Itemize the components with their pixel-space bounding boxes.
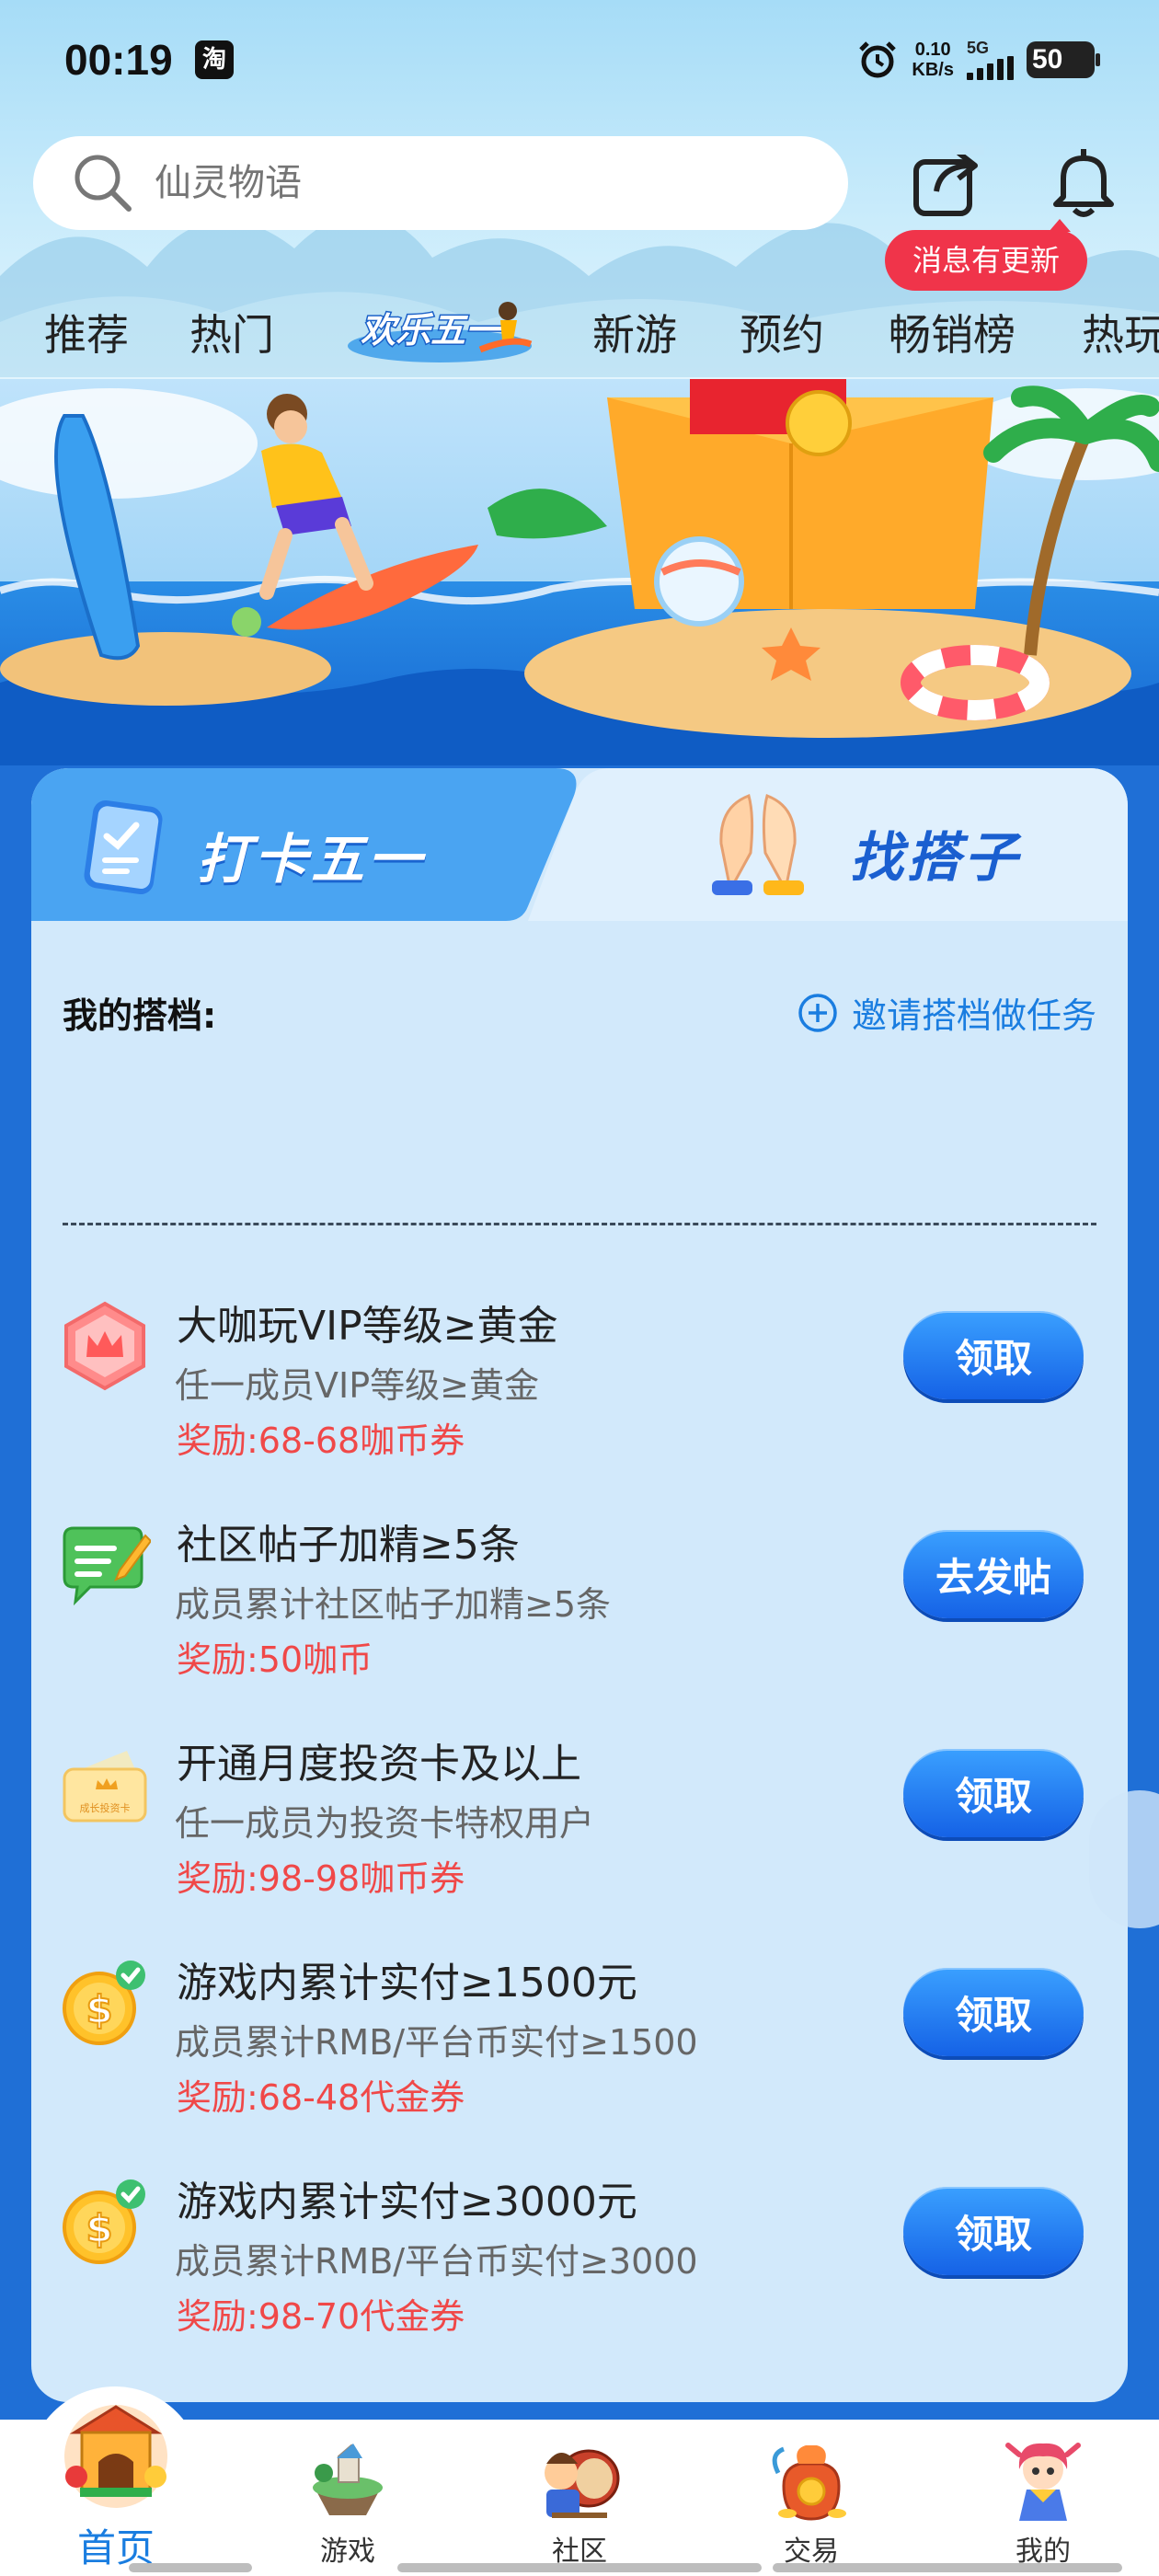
event-task-card: 打卡五一 找搭子 我的搭档: 邀请搭档做任务 大咖玩VIP等级≥黄金 任一成员V… [31,768,1128,2402]
task-title: 游戏内累计实付≥1500元 [177,1960,637,2007]
investment-card-text: 成长投资卡 [80,1801,131,1814]
network-speed: 0.10 KB/s [912,40,954,80]
top-header: 00:19 淘 0.10 KB/s 5G 50 仙灵物语 消息有更新 推荐 热门… [0,0,1159,379]
status-time: 00:19 [64,36,173,84]
tab-festival-logo[interactable]: 欢乐五一 [342,291,537,370]
task-title: 游戏内累计实付≥3000元 [177,2179,637,2225]
bottom-navigation: 首页 游戏 社区 交易 我的 [0,2386,1159,2576]
taobao-notification-icon: 淘 [195,40,234,79]
home-gate-icon [64,2405,167,2508]
task-title: 社区帖子加精≥5条 [177,1522,520,1569]
battery-icon: 50 [1027,41,1100,78]
profile-character-icon [1005,2443,1081,2521]
task-description: 成员累计RMB/平台币实付≥3000 [175,2241,698,2282]
task-description: 成员累计RMB/平台币实付≥1500 [175,2022,698,2063]
task-reward: 奖励:98-70代金券 [177,2296,465,2337]
message-update-badge[interactable]: 消息有更新 [885,219,1087,291]
task-reward: 奖励:98-98咖币券 [177,1858,465,1899]
coin-check-icon: $ [63,2179,145,2264]
share-icon[interactable] [911,145,984,219]
task-description: 任一成员为投资卡特权用户 [175,1803,595,1844]
invite-partner-button[interactable]: 邀请搭档做任务 [797,987,1096,1038]
tab-find-partner[interactable]: 找搭子 [850,814,1021,891]
post-edit-icon [63,1526,151,1606]
tab-reservation[interactable]: 预约 [740,302,824,362]
search-icon [75,155,132,212]
tab-checkin-mayday[interactable]: 打卡五一 [197,816,425,893]
floating-service-button[interactable] [1089,1790,1159,1928]
status-indicators: 0.10 KB/s 5G 50 [856,37,1100,83]
task-title: 大咖玩VIP等级≥黄金 [177,1303,558,1350]
nav-games[interactable]: 游戏 [256,2420,440,2576]
nav-home[interactable]: 首页 [24,2405,208,2576]
top-category-tabs: 推荐 热门 欢乐五一 新游 预约 畅销榜 热玩 [0,291,1159,379]
checkin-clipboard-icon [84,799,163,895]
task-title: 开通月度投资卡及以上 [177,1741,581,1788]
nav-trade[interactable]: 交易 [719,2420,903,2576]
plus-circle-icon [798,993,837,1032]
task-item: $ 游戏内累计实付≥1500元 成员累计RMB/平台币实付≥1500 奖励:68… [31,1940,1128,2133]
tab-recommend[interactable]: 推荐 [44,302,129,362]
coin-check-icon: $ [63,1961,145,2045]
task-item: 大咖玩VIP等级≥黄金 任一成员VIP等级≥黄金 奖励:68-68咖币券 领取 [31,1283,1128,1477]
may-day-banner[interactable] [0,379,1159,765]
tab-trending[interactable]: 热玩 [1082,302,1159,362]
dashed-divider [63,1223,1096,1225]
network-speed-unit: KB/s [912,60,954,80]
signal-bars-icon [967,56,1014,80]
notification-bell-icon[interactable] [1047,145,1120,219]
game-island-icon [313,2444,383,2515]
claim-button[interactable]: 领取 [903,1749,1084,1837]
search-input[interactable] [155,162,798,204]
nav-profile[interactable]: 我的 [951,2420,1135,2576]
home-indicator-segment [129,2563,252,2572]
task-item: $ 游戏内累计实付≥3000元 成员累计RMB/平台币实付≥3000 奖励:98… [31,2159,1128,2352]
network-speed-value: 0.10 [914,40,951,60]
tab-new-games[interactable]: 新游 [592,302,677,362]
festival-tab-text: 欢乐五一 [361,310,504,351]
trade-bag-icon [772,2445,846,2521]
task-item: 社区帖子加精≥5条 成员累计社区帖子加精≥5条 奖励:50咖币 去发帖 [31,1502,1128,1696]
claim-button[interactable]: 领取 [903,1968,1084,2056]
nav-community[interactable]: 社区 [488,2420,671,2576]
investment-card-icon: 成长投资卡 [63,1751,147,1823]
svg-text:$: $ [86,1987,112,2032]
clasped-hands-icon [712,794,804,895]
task-reward: 奖励:50咖币 [177,1639,373,1680]
home-indicator-segment [773,2563,1122,2572]
search-bar[interactable] [33,136,848,230]
svg-text:$: $ [86,2206,112,2251]
status-bar: 00:19 淘 0.10 KB/s 5G 50 [0,0,1159,124]
signal-indicator: 5G [967,40,1014,80]
alarm-clock-icon [859,41,897,78]
tab-hot[interactable]: 热门 [189,302,274,362]
invite-partner-label: 邀请搭档做任务 [851,995,1096,1036]
task-reward: 奖励:68-68咖币券 [177,1420,465,1461]
community-drum-icon [545,2449,620,2518]
task-reward: 奖励:68-48代金券 [177,2077,465,2118]
network-type: 5G [967,39,990,57]
go-post-button[interactable]: 去发帖 [903,1530,1084,1618]
vip-crown-icon [64,1301,145,1391]
card-tab-bar: 打卡五一 找搭子 [31,768,1128,921]
claim-button[interactable]: 领取 [903,1311,1084,1399]
task-description: 任一成员VIP等级≥黄金 [175,1365,539,1406]
my-partner-row: 我的搭档: 邀请搭档做任务 [63,987,1096,1042]
my-partner-title: 我的搭档: [63,995,217,1036]
task-item: 成长投资卡 开通月度投资卡及以上 任一成员为投资卡特权用户 奖励:98-98咖币… [31,1721,1128,1915]
claim-button[interactable]: 领取 [903,2187,1084,2275]
task-description: 成员累计社区帖子加精≥5条 [175,1584,612,1625]
tab-bestseller[interactable]: 畅销榜 [889,302,1016,362]
home-indicator-segment [397,2563,762,2572]
